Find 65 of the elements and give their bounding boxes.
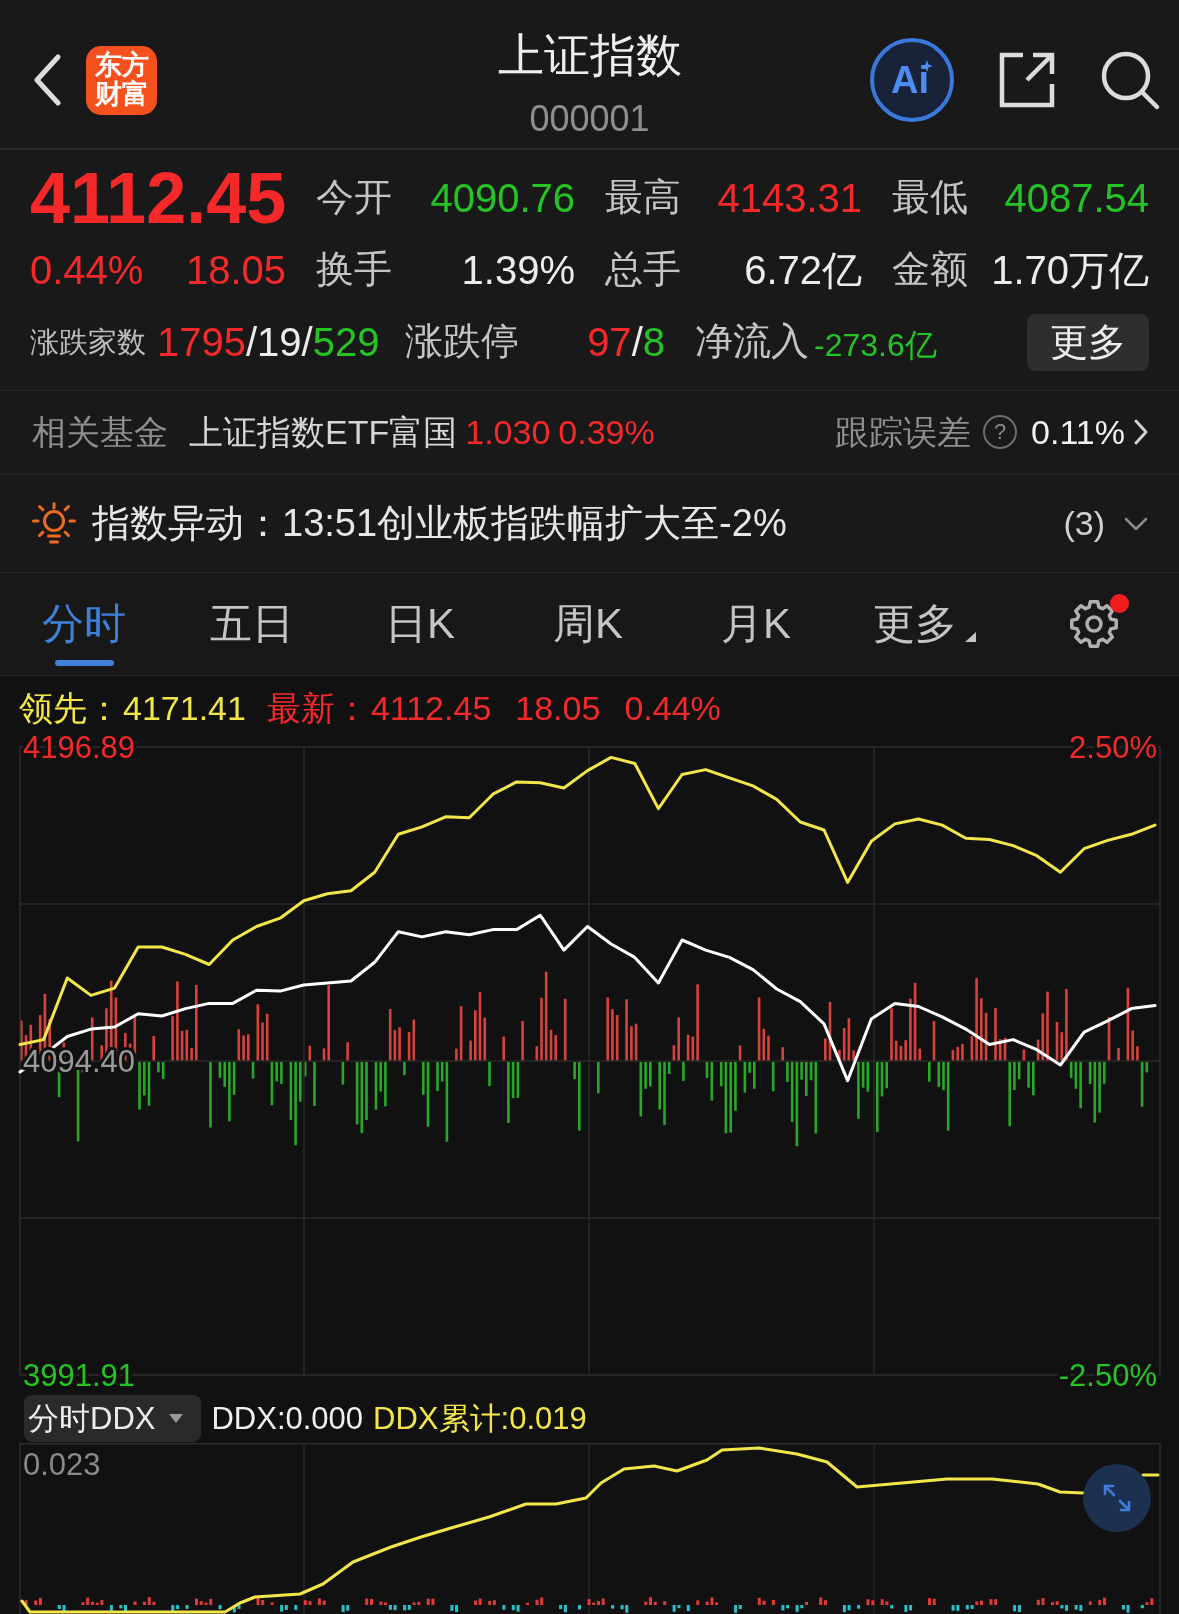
fund-label: 相关基金	[32, 412, 168, 453]
legend-value: 4171.41	[123, 687, 246, 729]
lightbulb-icon	[32, 501, 76, 546]
search-icon[interactable]	[1100, 49, 1161, 111]
chevron-down-icon[interactable]	[1124, 516, 1148, 531]
percent-axis-label: -2.50%	[1058, 1357, 1157, 1393]
percent-axis-label: 2.50%	[1069, 729, 1157, 765]
legend-value: 18.05	[515, 687, 601, 729]
advance-decline-counts: 1795/19/529	[157, 319, 380, 366]
fund-change: 0.39%	[558, 412, 655, 453]
chart-tab[interactable]: 分时	[0, 573, 168, 675]
stat-value: 6.72亿	[743, 247, 863, 294]
index-price: 4112.45	[30, 162, 288, 234]
tracking-error-label: 跟踪误差	[835, 412, 972, 453]
stat-label: 总手	[605, 247, 682, 293]
indicator-selector[interactable]: 分时DDX	[24, 1395, 202, 1442]
stat-value: 4090.76	[429, 175, 576, 222]
stock-code: 000001	[529, 101, 650, 137]
back-icon[interactable]	[32, 54, 62, 106]
corner-triangle-icon	[964, 632, 976, 642]
net-inflow-value: -273.6亿	[814, 325, 938, 365]
chart-tab[interactable]: 更多	[840, 573, 1008, 675]
tracking-error-value: 0.11%	[1031, 412, 1125, 453]
ddx-reading: DDX:0.000	[211, 1399, 364, 1438]
stat-value: 1.39%	[460, 247, 576, 294]
limit-label: 涨跌停	[405, 319, 520, 365]
more-button[interactable]: 更多	[1027, 313, 1149, 371]
limit-counts: 97/8	[587, 319, 665, 366]
stat-label: 最低	[892, 175, 969, 221]
stat-label: 换手	[316, 247, 393, 293]
stat-label: 最高	[605, 175, 682, 221]
alert-count: (3)	[1063, 503, 1105, 544]
legend-value: 0.44%	[624, 687, 721, 729]
chart-tab[interactable]: 五日	[168, 573, 336, 675]
settings-icon[interactable]	[1068, 599, 1119, 649]
y-axis-label: 3991.91	[23, 1357, 136, 1393]
expand-icon	[1102, 1483, 1132, 1513]
y-axis-label: 4196.89	[23, 729, 136, 765]
app-logo: 东方财富	[86, 45, 157, 115]
legend-value: 4112.45	[370, 687, 492, 729]
y-axis-label: 0.023	[23, 1447, 101, 1482]
stat-value: 4143.31	[716, 175, 863, 222]
share-icon[interactable]	[998, 51, 1056, 109]
help-icon[interactable]: ?	[983, 415, 1018, 450]
ai-button[interactable]: Ai	[870, 38, 954, 122]
change-percent: 0.44%	[30, 247, 144, 294]
legend-label: 领先：	[19, 687, 121, 729]
alert-text[interactable]: 指数异动：13:51创业板指跌幅扩大至-2%	[92, 500, 787, 547]
caret-down-icon	[169, 1414, 184, 1423]
page-title: 上证指数	[497, 31, 682, 79]
chart-tab[interactable]: 月K	[672, 573, 840, 675]
advance-decline-label: 涨跌家数	[30, 324, 146, 360]
fund-price: 1.030	[465, 412, 551, 453]
change-amount: 18.05	[185, 247, 286, 294]
chart-tab[interactable]: 日K	[336, 573, 504, 675]
stat-value: 4087.54	[1003, 175, 1149, 222]
stat-label: 今开	[316, 175, 393, 221]
net-inflow-label: 净流入	[695, 319, 810, 365]
stat-value: 1.70万亿	[990, 247, 1149, 294]
ddx-cumulative-reading: DDX累计:0.019	[373, 1399, 587, 1438]
stat-label: 金额	[892, 247, 969, 293]
chart-tab[interactable]: 周K	[504, 573, 672, 675]
fund-name: 上证指数ETF富国	[189, 412, 458, 453]
legend-label: 最新：	[266, 687, 369, 729]
chevron-right-icon[interactable]	[1133, 418, 1149, 447]
